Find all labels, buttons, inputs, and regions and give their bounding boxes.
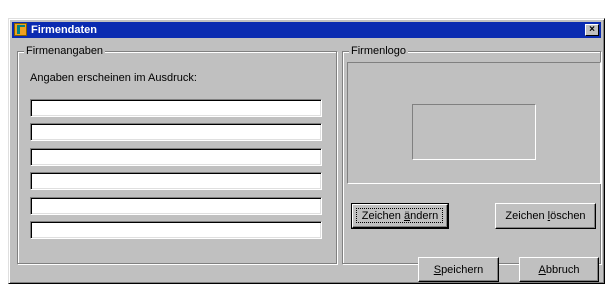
company-line-3[interactable]	[30, 148, 322, 166]
company-info-group: Firmenangaben Angaben erscheinen im Ausd…	[17, 44, 337, 264]
change-logo-button[interactable]: Zeichen ändern	[351, 203, 449, 229]
cancel-button[interactable]: Abbruch	[519, 257, 599, 282]
company-line-4[interactable]	[30, 172, 322, 190]
company-line-1[interactable]	[30, 99, 322, 117]
dialog-window: Firmendaten × Firmenangaben Angaben ersc…	[8, 18, 605, 284]
company-info-legend: Firmenangaben	[24, 44, 106, 58]
logo-display-area	[347, 62, 601, 184]
title-bar[interactable]: Firmendaten ×	[12, 22, 601, 38]
company-line-2[interactable]	[30, 123, 322, 141]
delete-logo-button[interactable]: Zeichen löschen	[495, 203, 596, 229]
save-label: Speichern	[433, 263, 484, 276]
close-button[interactable]: ×	[585, 24, 599, 36]
app-icon	[14, 23, 27, 36]
save-button[interactable]: Speichern	[418, 257, 499, 282]
logo-image-placeholder	[412, 104, 536, 160]
company-line-5[interactable]	[30, 197, 322, 215]
change-logo-label: Zeichen ändern	[361, 210, 439, 222]
company-logo-legend: Firmenlogo	[349, 44, 409, 58]
delete-logo-label: Zeichen löschen	[505, 210, 586, 222]
company-info-hint: Angaben erscheinen im Ausdruck:	[30, 72, 197, 84]
company-logo-group: Firmenlogo Zeichen ändern Zeichen lösche…	[342, 44, 601, 264]
cancel-label: Abbruch	[538, 263, 580, 276]
window-title: Firmendaten	[31, 24, 98, 36]
company-line-6[interactable]	[30, 221, 322, 239]
